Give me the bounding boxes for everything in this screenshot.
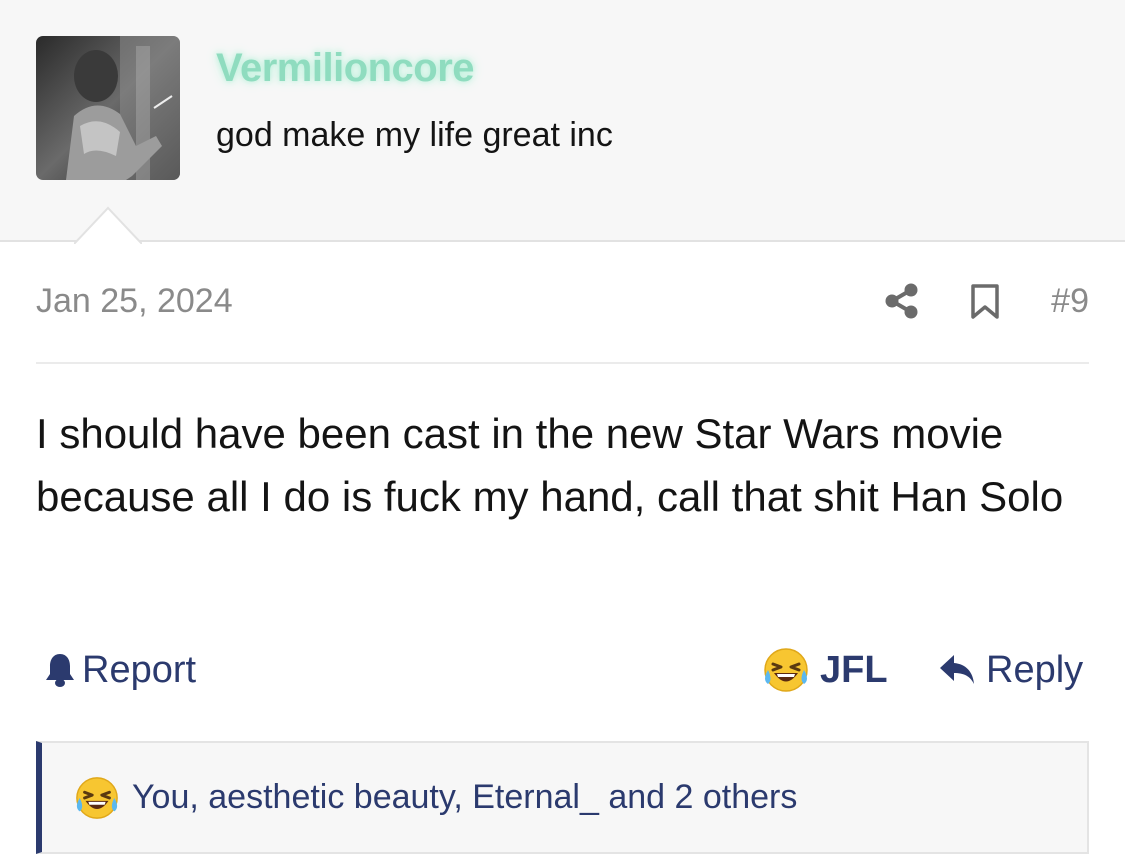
- post-meta-row: Jan 25, 2024 #9: [36, 278, 1089, 364]
- header-caret: [74, 206, 142, 244]
- laughing-crying-emoji-icon: [764, 648, 808, 692]
- reply-label: Reply: [986, 648, 1084, 691]
- user-header: Vermilioncore god make my life great inc: [0, 0, 1125, 244]
- report-label: Report: [82, 648, 197, 691]
- report-button[interactable]: Report: [44, 646, 196, 694]
- reactions-summary[interactable]: You, aesthetic beauty, Eternal_ and 2 ot…: [36, 741, 1089, 854]
- username-link[interactable]: Vermilioncore: [216, 46, 475, 91]
- jfl-label: JFL: [820, 648, 888, 691]
- laughing-crying-emoji-icon: [76, 776, 118, 819]
- post-actions: Report JFL Reply: [0, 640, 1125, 700]
- avatar[interactable]: [36, 36, 180, 180]
- jfl-reaction-button[interactable]: JFL: [762, 642, 888, 698]
- reactions-summary-text[interactable]: You, aesthetic beauty, Eternal_ and 2 ot…: [132, 778, 797, 817]
- post-number-link[interactable]: #9: [1051, 282, 1089, 321]
- bell-icon: [46, 654, 74, 687]
- share-icon[interactable]: [884, 282, 920, 320]
- post-date[interactable]: Jan 25, 2024: [36, 282, 233, 321]
- post-body: I should have been cast in the new Star …: [36, 410, 1064, 520]
- bookmark-icon[interactable]: [970, 284, 1000, 320]
- reply-button[interactable]: Reply: [938, 646, 1083, 694]
- user-title: god make my life great inc: [216, 116, 613, 154]
- reply-arrow-icon: [940, 655, 974, 684]
